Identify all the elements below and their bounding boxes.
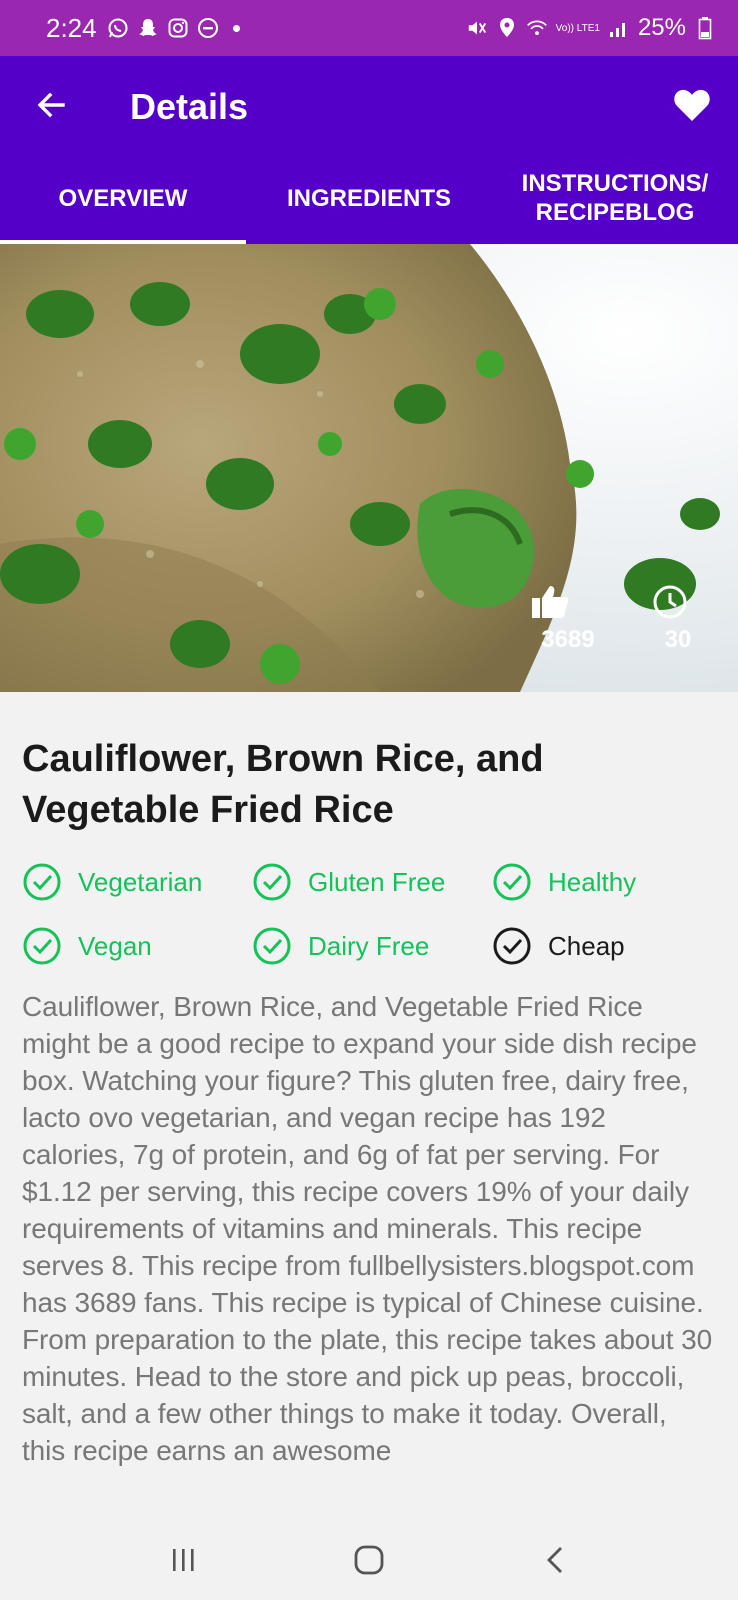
diet-tags: Vegetarian Gluten Free Healthy Vegan Dai… <box>22 858 716 970</box>
tab-instructions-label: INSTRUCTIONS/ RECIPEBLOG <box>521 170 709 226</box>
likes-stat: 3689 <box>530 584 606 654</box>
back-button[interactable] <box>28 84 74 130</box>
time-stat: 30 <box>652 584 704 654</box>
tag-gluten-free: Gluten Free <box>252 858 492 906</box>
tab-bar: OVERVIEW INGREDIENTS INSTRUCTIONS/ RECIP… <box>0 158 738 244</box>
tag-vegan: Vegan <box>22 922 252 970</box>
app-bar: Details <box>0 56 738 158</box>
tag-label: Healthy <box>548 866 637 897</box>
check-circle-icon <box>493 863 531 901</box>
tag-label: Gluten Free <box>308 866 446 897</box>
recipe-image: 3689 30 <box>0 244 738 692</box>
recipe-title: Cauliflower, Brown Rice, and Vegetable F… <box>22 738 544 831</box>
wifi-icon <box>526 17 548 39</box>
instagram-icon <box>167 17 189 39</box>
snapchat-icon <box>137 17 159 39</box>
time-minutes: 30 <box>664 626 692 653</box>
more-notifications-dot <box>232 24 240 32</box>
recent-apps-icon <box>173 1549 194 1571</box>
battery-percent: 25% <box>637 14 686 41</box>
battery-icon <box>694 17 716 40</box>
home-button[interactable] <box>339 1530 399 1590</box>
page-title: Details <box>130 86 249 127</box>
clock-icon <box>652 584 704 620</box>
network-type: Vo)) LTE1 <box>555 22 600 34</box>
system-nav-bar <box>0 1520 738 1600</box>
tag-healthy: Healthy <box>492 858 712 906</box>
location-icon <box>496 17 518 39</box>
tab-instructions[interactable]: INSTRUCTIONS/ RECIPEBLOG <box>492 158 738 244</box>
dnd-icon <box>197 17 219 39</box>
likes-count: 3689 <box>541 626 595 653</box>
signal-icon <box>608 17 630 39</box>
whatsapp-icon <box>107 17 129 39</box>
arrow-back-icon <box>35 89 67 126</box>
thumbs-up-icon <box>530 584 606 620</box>
check-circle-icon <box>23 863 61 901</box>
notification-icons <box>107 17 240 39</box>
tag-label: Vegan <box>78 930 152 961</box>
nav-back-button[interactable] <box>525 1530 585 1590</box>
check-circle-icon <box>253 927 291 965</box>
nav-back-icon <box>547 1547 562 1573</box>
recent-apps-button[interactable] <box>153 1530 213 1590</box>
recipe-description: Cauliflower, Brown Rice, and Vegetable F… <box>22 991 713 1466</box>
check-circle-icon <box>23 927 61 965</box>
overview-content: Cauliflower, Brown Rice, and Vegetable F… <box>0 692 738 1520</box>
heart-icon <box>673 88 711 127</box>
tab-overview[interactable]: OVERVIEW <box>0 158 246 244</box>
check-circle-icon <box>253 863 291 901</box>
tag-label: Cheap <box>548 930 625 961</box>
home-icon <box>354 1545 384 1575</box>
tag-label: Dairy Free <box>308 930 430 961</box>
tag-label: Vegetarian <box>78 866 203 897</box>
fried-rice-photo <box>0 244 738 692</box>
tag-vegetarian: Vegetarian <box>22 858 252 906</box>
status-time: 2:24 <box>46 12 97 43</box>
tag-cheap: Cheap <box>492 922 712 970</box>
tag-dairy-free: Dairy Free <box>252 922 492 970</box>
tab-ingredients[interactable]: INGREDIENTS <box>246 158 492 244</box>
mute-icon <box>466 17 488 39</box>
status-bar: 2:24 Vo)) LTE1 25% <box>0 0 738 56</box>
favorite-button[interactable] <box>668 84 716 130</box>
system-icons: Vo)) LTE1 25% <box>466 14 716 42</box>
check-circle-icon <box>493 927 531 965</box>
